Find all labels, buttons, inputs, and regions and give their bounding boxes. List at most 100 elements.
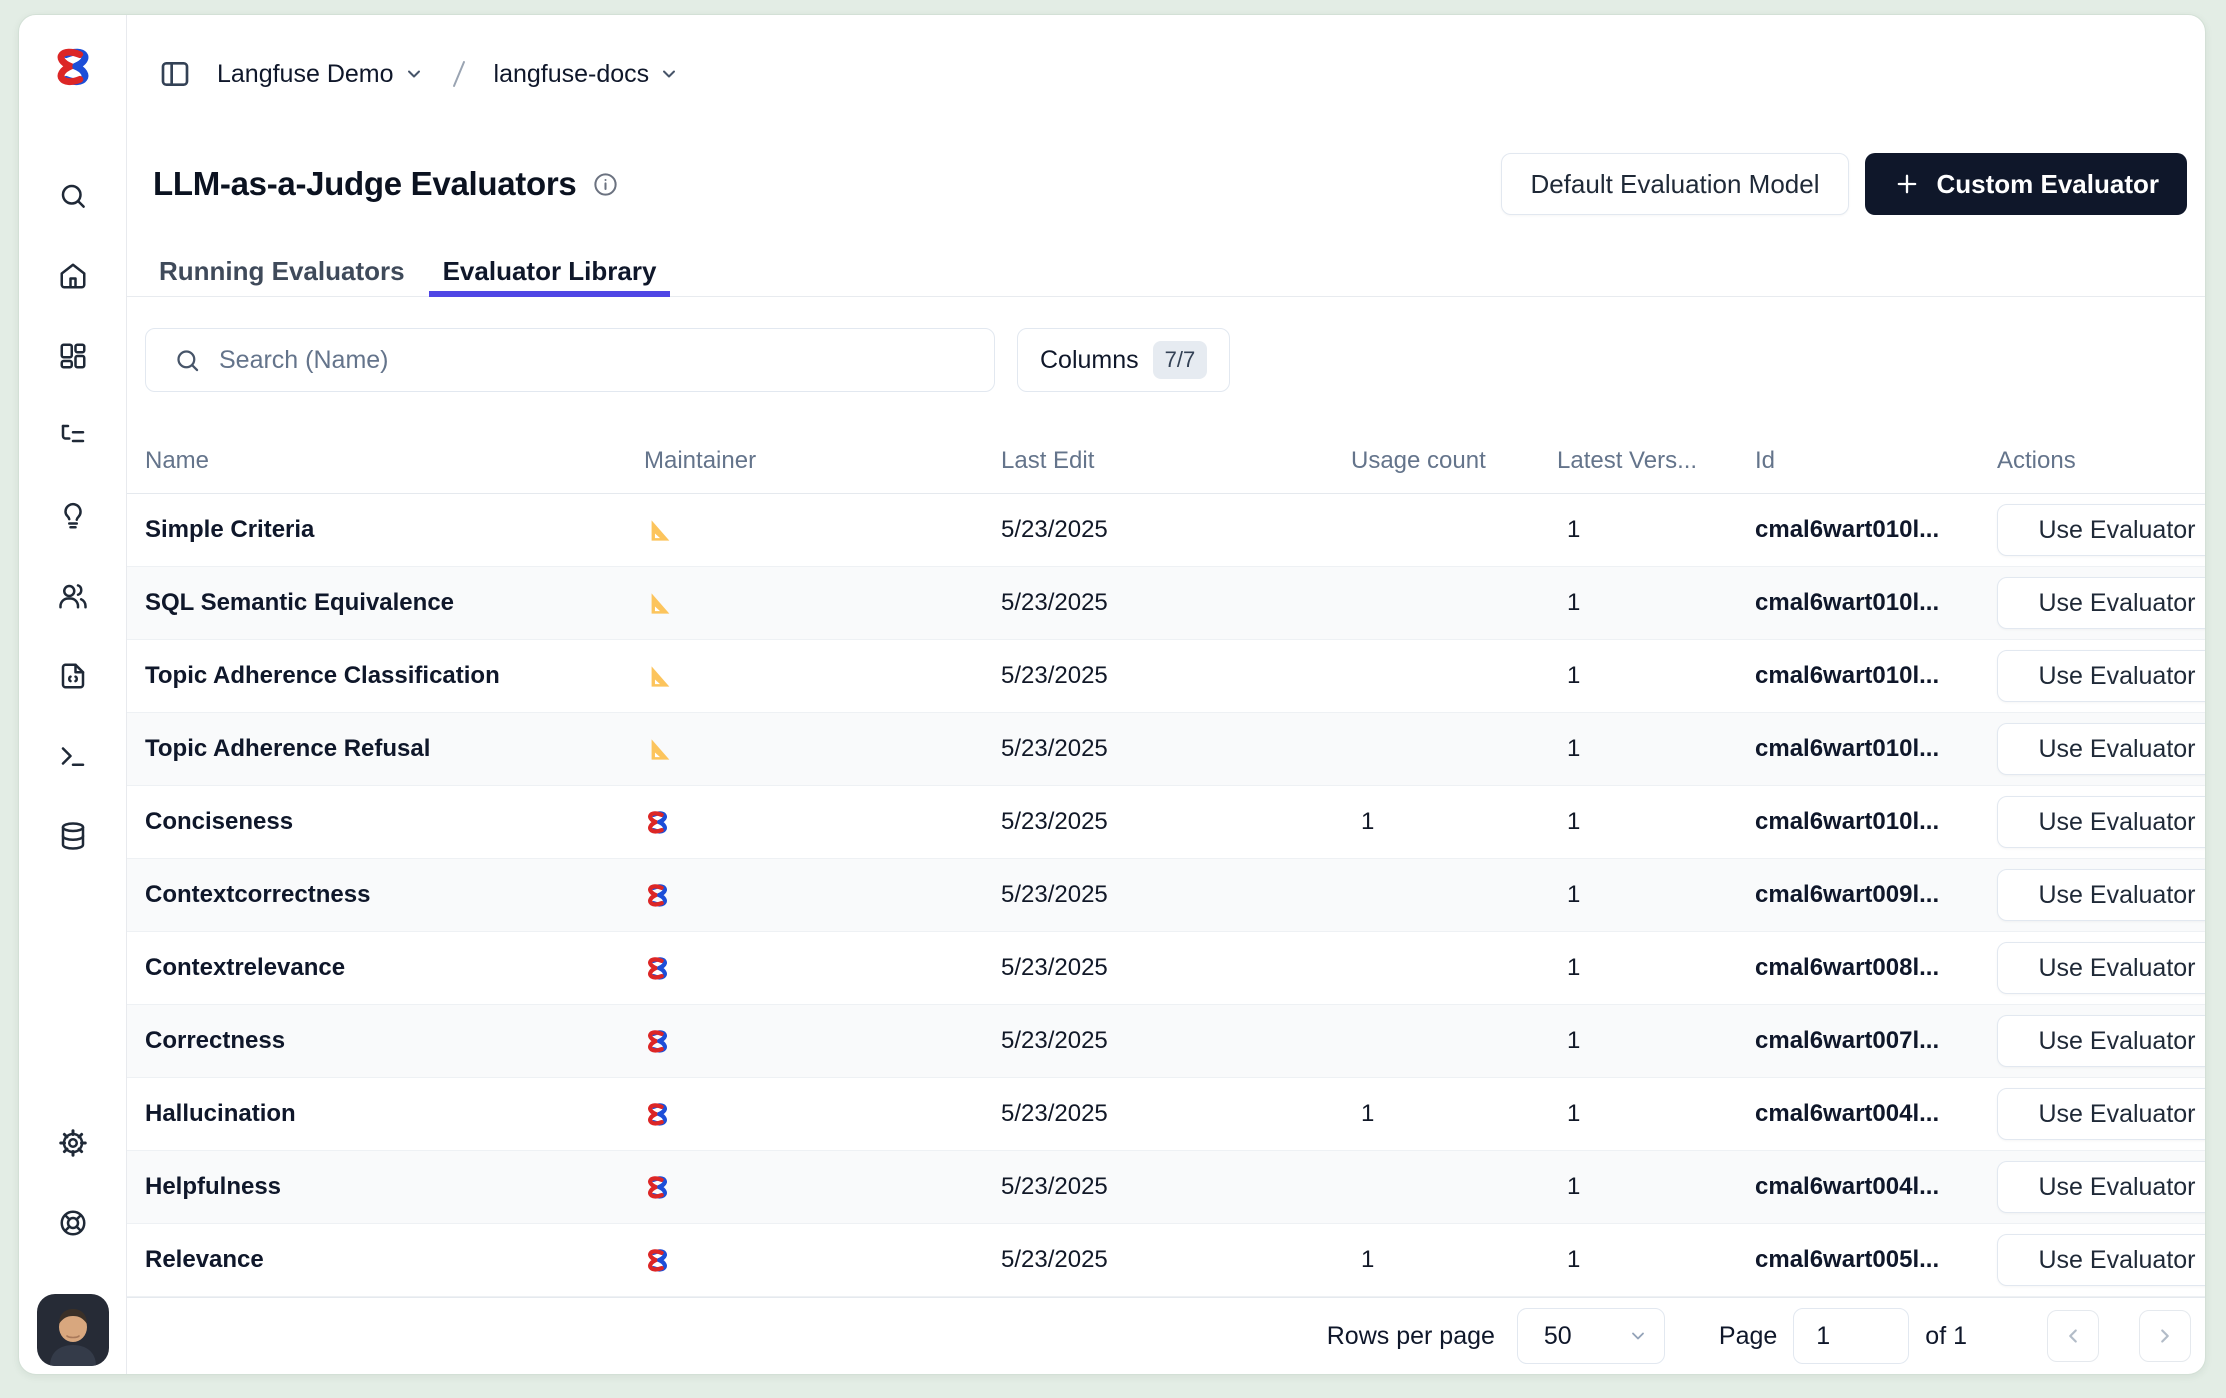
page-label: Page	[1719, 1322, 1777, 1351]
search-input[interactable]	[219, 346, 994, 375]
table-row[interactable]: Conciseness 5/23/2025 1 1 cmal6wart010l.…	[127, 786, 2206, 859]
home-icon[interactable]	[58, 261, 88, 291]
column-header-name[interactable]: Name	[145, 447, 644, 475]
column-header-usage-count[interactable]: Usage count	[1351, 447, 1557, 475]
sidebar	[19, 15, 127, 1374]
use-evaluator-button[interactable]: Use Evaluator	[1997, 1088, 2206, 1140]
table-row[interactable]: Relevance 5/23/2025 1 1 cmal6wart005l...…	[127, 1224, 2206, 1297]
rows-per-page-label: Rows per page	[1327, 1322, 1495, 1351]
datasets-database-icon[interactable]	[58, 821, 88, 851]
dashboards-icon[interactable]	[58, 341, 88, 371]
tab-evaluator-library[interactable]: Evaluator Library	[429, 247, 671, 296]
table-row[interactable]: Topic Adherence Refusal 5/23/2025 1 cmal…	[127, 713, 2206, 786]
chevron-right-icon	[2154, 1325, 2176, 1347]
column-header-last-edit[interactable]: Last Edit	[1001, 447, 1351, 475]
evaluator-id: cmal6wart010l...	[1755, 589, 1997, 617]
table-row[interactable]: Helpfulness 5/23/2025 1 cmal6wart004l...…	[127, 1151, 2206, 1224]
sidebar-nav	[58, 181, 88, 851]
last-edit-date: 5/23/2025	[1001, 808, 1351, 836]
maintainer-cell	[644, 1247, 1001, 1274]
latest-version: 1	[1557, 1246, 1755, 1274]
langfuse-knot-icon	[644, 1174, 671, 1201]
playground-terminal-icon[interactable]	[58, 741, 88, 771]
org-name: Langfuse Demo	[217, 60, 394, 89]
search-icon[interactable]	[58, 181, 88, 211]
triangular-ruler-icon	[644, 590, 671, 617]
latest-version: 1	[1557, 881, 1755, 909]
use-evaluator-button[interactable]: Use Evaluator	[1997, 723, 2206, 775]
langfuse-knot-icon	[644, 809, 671, 836]
tab-bar: Running Evaluators Evaluator Library	[127, 247, 2205, 297]
table-row[interactable]: Contextcorrectness 5/23/2025 1 cmal6wart…	[127, 859, 2206, 932]
use-evaluator-button[interactable]: Use Evaluator	[1997, 504, 2206, 556]
use-evaluator-button[interactable]: Use Evaluator	[1997, 577, 2206, 629]
evaluator-name: Contextcorrectness	[145, 881, 644, 909]
evaluator-id: cmal6wart010l...	[1755, 808, 1997, 836]
evaluator-name: Simple Criteria	[145, 516, 644, 544]
top-navigation: Langfuse Demo langfuse-docs	[127, 15, 2205, 133]
use-evaluator-button[interactable]: Use Evaluator	[1997, 1234, 2206, 1286]
maintainer-cell	[644, 882, 1001, 909]
custom-evaluator-button[interactable]: Custom Evaluator	[1865, 153, 2188, 215]
tab-running-evaluators[interactable]: Running Evaluators	[145, 247, 419, 296]
next-page-button[interactable]	[2139, 1310, 2191, 1362]
support-lifebuoy-icon[interactable]	[58, 1208, 88, 1238]
chevron-down-icon	[404, 64, 424, 84]
evaluator-id: cmal6wart004l...	[1755, 1100, 1997, 1128]
table-row[interactable]: Simple Criteria 5/23/2025 1 cmal6wart010…	[127, 494, 2206, 567]
column-header-latest-version[interactable]: Latest Vers...	[1557, 447, 1755, 475]
columns-button[interactable]: Columns 7/7	[1017, 328, 1230, 392]
last-edit-date: 5/23/2025	[1001, 662, 1351, 690]
langfuse-knot-icon	[644, 1247, 671, 1274]
langfuse-knot-icon	[644, 955, 671, 982]
maintainer-cell	[644, 1028, 1001, 1055]
column-header-id[interactable]: Id	[1755, 447, 1997, 475]
langfuse-logo-icon[interactable]	[51, 45, 95, 89]
table-row[interactable]: Topic Adherence Classification 5/23/2025…	[127, 640, 2206, 713]
table-row[interactable]: Hallucination 5/23/2025 1 1 cmal6wart004…	[127, 1078, 2206, 1151]
info-icon[interactable]	[592, 171, 619, 198]
last-edit-date: 5/23/2025	[1001, 1100, 1351, 1128]
maintainer-cell	[644, 809, 1001, 836]
rows-per-page-select[interactable]: 50	[1517, 1308, 1665, 1364]
previous-page-button[interactable]	[2047, 1310, 2099, 1362]
tracing-tree-icon[interactable]	[58, 421, 88, 451]
use-evaluator-button[interactable]: Use Evaluator	[1997, 1015, 2206, 1067]
usage-count: 1	[1351, 1246, 1557, 1274]
users-icon[interactable]	[58, 581, 88, 611]
breadcrumb-project[interactable]: langfuse-docs	[494, 60, 680, 89]
evaluator-name: SQL Semantic Equivalence	[145, 589, 644, 617]
usage-count: 1	[1351, 1100, 1557, 1128]
page-number-input[interactable]	[1793, 1308, 1909, 1364]
sidebar-toggle-icon[interactable]	[159, 58, 191, 90]
use-evaluator-button[interactable]: Use Evaluator	[1997, 869, 2206, 921]
use-evaluator-button[interactable]: Use Evaluator	[1997, 942, 2206, 994]
evaluator-id: cmal6wart009l...	[1755, 881, 1997, 909]
langfuse-knot-icon	[644, 882, 671, 909]
lightbulb-icon[interactable]	[58, 501, 88, 531]
evaluator-name: Conciseness	[145, 808, 644, 836]
default-evaluation-model-button[interactable]: Default Evaluation Model	[1501, 153, 1848, 215]
latest-version: 1	[1557, 589, 1755, 617]
table-row[interactable]: Contextrelevance 5/23/2025 1 cmal6wart00…	[127, 932, 2206, 1005]
last-edit-date: 5/23/2025	[1001, 735, 1351, 763]
settings-gear-icon[interactable]	[58, 1128, 88, 1158]
use-evaluator-button[interactable]: Use Evaluator	[1997, 650, 2206, 702]
breadcrumb-org[interactable]: Langfuse Demo	[217, 60, 424, 89]
table-row[interactable]: SQL Semantic Equivalence 5/23/2025 1 cma…	[127, 567, 2206, 640]
column-header-actions[interactable]: Actions	[1997, 447, 2206, 475]
prompts-file-code-icon[interactable]	[58, 661, 88, 691]
use-evaluator-button[interactable]: Use Evaluator	[1997, 1161, 2206, 1213]
column-header-maintainer[interactable]: Maintainer	[644, 447, 1001, 475]
last-edit-date: 5/23/2025	[1001, 516, 1351, 544]
columns-label: Columns	[1040, 346, 1139, 375]
evaluator-id: cmal6wart008l...	[1755, 954, 1997, 982]
table-toolbar: Columns 7/7	[145, 328, 2187, 392]
user-avatar[interactable]	[37, 1294, 109, 1366]
page-title: LLM-as-a-Judge Evaluators	[153, 165, 576, 203]
table-row[interactable]: Correctness 5/23/2025 1 cmal6wart007l...…	[127, 1005, 2206, 1078]
chevron-down-icon	[659, 64, 679, 84]
last-edit-date: 5/23/2025	[1001, 1027, 1351, 1055]
latest-version: 1	[1557, 662, 1755, 690]
use-evaluator-button[interactable]: Use Evaluator	[1997, 796, 2206, 848]
